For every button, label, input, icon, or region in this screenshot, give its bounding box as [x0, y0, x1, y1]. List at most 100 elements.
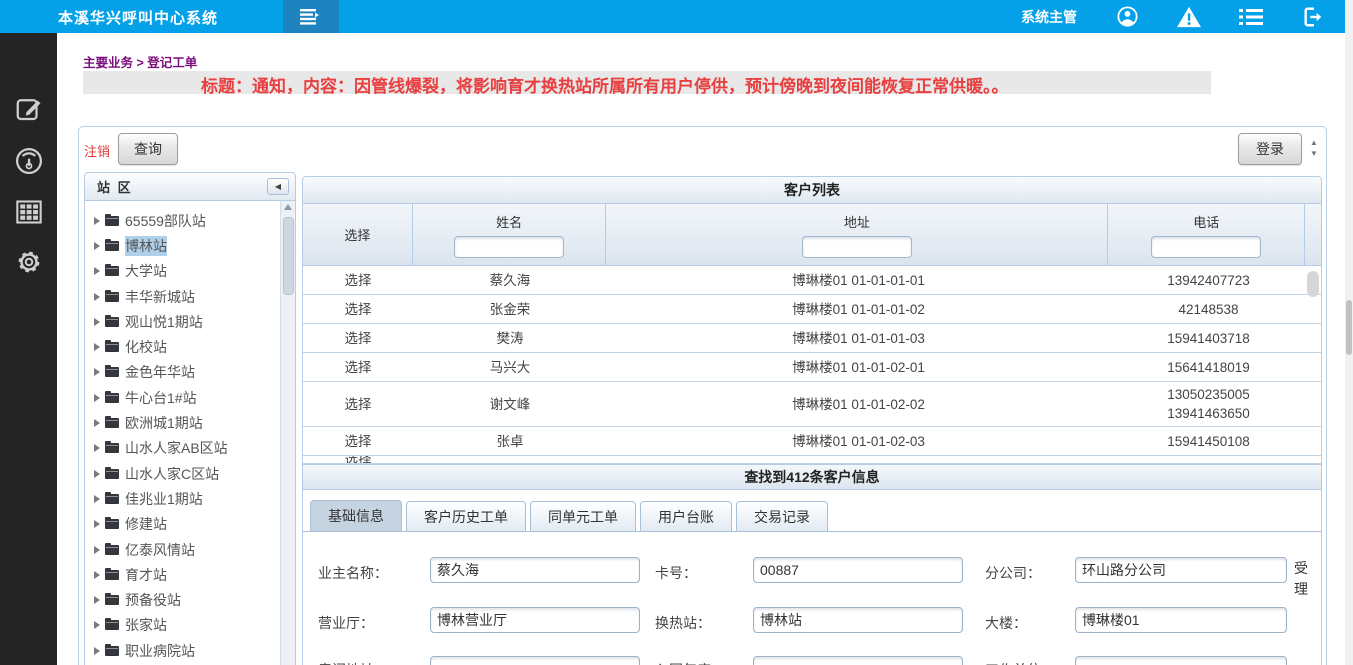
- expand-arrow-icon[interactable]: [94, 596, 100, 604]
- table-scrollbar[interactable]: [1306, 269, 1320, 464]
- tree-item[interactable]: 欧洲城1期站: [91, 410, 295, 435]
- expand-arrow-icon[interactable]: [94, 647, 100, 655]
- tree-item-label: 育才站: [125, 565, 167, 585]
- expand-arrow-icon[interactable]: [94, 495, 100, 503]
- tree-item[interactable]: 山水人家C区站: [91, 461, 295, 486]
- work-unit-input[interactable]: [1075, 656, 1287, 665]
- tree-item[interactable]: 亿泰风情站: [91, 537, 295, 562]
- accept-button[interactable]: 受理: [1293, 558, 1309, 600]
- customer-row[interactable]: 选择 谢文峰 博琳楼01 01-01-02-02 13050235005 139…: [303, 382, 1321, 427]
- tab-user-ledger[interactable]: 用户台账: [640, 501, 732, 531]
- row-address: 博琳楼01 01-01-02-03: [607, 427, 1110, 455]
- expand-arrow-icon[interactable]: [94, 520, 100, 528]
- row-select-link[interactable]: 选择: [303, 382, 413, 426]
- scroll-up-arrow-icon[interactable]: [284, 204, 292, 210]
- tree-item[interactable]: 金色年华站: [91, 360, 295, 385]
- business-hall-input[interactable]: [430, 607, 640, 633]
- task-list-icon[interactable]: [1239, 5, 1263, 29]
- expand-arrow-icon[interactable]: [94, 343, 100, 351]
- tree-scrollbar[interactable]: [280, 201, 295, 665]
- table-scrollbar-thumb[interactable]: [1307, 271, 1319, 297]
- customer-row[interactable]: 选择 樊涛 博琳楼01 01-01-01-03 15941403718: [303, 324, 1321, 353]
- tree-item[interactable]: 丰华新城站: [91, 284, 295, 309]
- phone-filter-input[interactable]: [1151, 236, 1261, 258]
- tree-item[interactable]: 职业病院站: [91, 638, 295, 663]
- customer-row-partial[interactable]: 选择: [303, 456, 1321, 464]
- tree-item[interactable]: 化校站: [91, 334, 295, 359]
- expand-arrow-icon[interactable]: [94, 217, 100, 225]
- tab-customer-history[interactable]: 客户历史工单: [406, 501, 526, 531]
- row-select-link[interactable]: 选择: [303, 456, 413, 463]
- expand-arrow-icon[interactable]: [94, 546, 100, 554]
- user-profile-icon[interactable]: [1115, 5, 1139, 29]
- alerts-warning-icon[interactable]: [1177, 5, 1201, 29]
- card-number-input[interactable]: [753, 557, 963, 583]
- tab-same-unit-orders[interactable]: 同单元工单: [530, 501, 636, 531]
- expand-arrow-icon[interactable]: [94, 470, 100, 478]
- row-select-link[interactable]: 选择: [303, 295, 413, 323]
- heat-station-label: 换热站：: [655, 613, 711, 633]
- expand-arrow-icon[interactable]: [94, 419, 100, 427]
- network-year-input[interactable]: [753, 656, 963, 665]
- tree-item[interactable]: 张家站: [91, 613, 295, 638]
- tree-scrollbar-thumb[interactable]: [283, 217, 294, 295]
- tree-item[interactable]: 65559部队站: [91, 208, 295, 233]
- detail-tabs: 基础信息 客户历史工单 同单元工单 用户台账 交易记录: [303, 500, 1321, 532]
- expand-arrow-icon[interactable]: [94, 444, 100, 452]
- expand-arrow-icon[interactable]: [94, 368, 100, 376]
- name-filter-input[interactable]: [454, 236, 564, 258]
- tree-item[interactable]: 观山悦1期站: [91, 309, 295, 334]
- room-address-input[interactable]: [430, 656, 640, 665]
- customer-row[interactable]: 选择 张卓 博琳楼01 01-01-02-03 15941450108: [303, 427, 1321, 456]
- tree-item[interactable]: 育才站: [91, 562, 295, 587]
- customer-row[interactable]: 选择 张金荣 博琳楼01 01-01-01-02 42148538: [303, 295, 1321, 324]
- expand-arrow-icon[interactable]: [94, 242, 100, 250]
- settings-gear-icon[interactable]: [13, 246, 45, 278]
- tree-item-label: 金色年华站: [125, 362, 195, 382]
- page-scrollbar[interactable]: [1345, 0, 1353, 665]
- tree-item[interactable]: 博林站: [91, 233, 295, 258]
- row-select-link[interactable]: 选择: [303, 353, 413, 381]
- collapse-panel-button[interactable]: ◀: [267, 178, 289, 195]
- breadcrumb-parent[interactable]: 主要业务: [83, 56, 133, 70]
- row-select-link[interactable]: 选择: [303, 324, 413, 352]
- tree-item[interactable]: 牛心台1#站: [91, 385, 295, 410]
- expand-arrow-icon[interactable]: [94, 293, 100, 301]
- owner-name-input[interactable]: [430, 557, 640, 583]
- page-scrollbar-thumb[interactable]: [1346, 300, 1352, 355]
- login-button[interactable]: 登录: [1238, 133, 1302, 165]
- row-select-link[interactable]: 选择: [303, 427, 413, 455]
- customer-row[interactable]: 选择 马兴大 博琳楼01 01-01-02-01 15641418019: [303, 353, 1321, 382]
- building-input[interactable]: [1075, 607, 1287, 633]
- login-spinner[interactable]: ▲▼: [1307, 137, 1321, 163]
- dashboard-gauge-icon[interactable]: [13, 145, 45, 177]
- logout-icon[interactable]: [1301, 5, 1325, 29]
- expand-arrow-icon[interactable]: [94, 267, 100, 275]
- folder-icon: [105, 393, 119, 403]
- top-bar: 本溪华兴呼叫中心系统 系统主管: [0, 0, 1353, 33]
- query-button[interactable]: 查询: [118, 133, 178, 165]
- customer-row[interactable]: 选择 蔡久海 博琳楼01 01-01-01-01 13942407723: [303, 266, 1321, 295]
- row-phone: [1110, 456, 1307, 463]
- tree-item[interactable]: 大学站: [91, 259, 295, 284]
- expand-arrow-icon[interactable]: [94, 571, 100, 579]
- folder-icon: [105, 367, 119, 377]
- tree-item[interactable]: 山水人家AB区站: [91, 436, 295, 461]
- expand-arrow-icon[interactable]: [94, 318, 100, 326]
- tree-item[interactable]: 佳兆业1期站: [91, 486, 295, 511]
- address-filter-input[interactable]: [802, 236, 912, 258]
- heat-station-input[interactable]: [753, 607, 963, 633]
- compose-workorder-icon[interactable]: [13, 93, 45, 125]
- table-grid-icon[interactable]: [13, 196, 45, 228]
- row-name: 张卓: [413, 427, 607, 455]
- row-select-link[interactable]: 选择: [303, 266, 413, 294]
- logout-link[interactable]: 注销: [84, 141, 110, 160]
- tab-transactions[interactable]: 交易记录: [736, 501, 828, 531]
- expand-arrow-icon[interactable]: [94, 621, 100, 629]
- expand-arrow-icon[interactable]: [94, 394, 100, 402]
- tab-basic-info[interactable]: 基础信息: [310, 500, 402, 531]
- tree-item[interactable]: 预备役站: [91, 587, 295, 612]
- branch-company-input[interactable]: [1075, 557, 1287, 583]
- menu-toggle-button[interactable]: [283, 0, 339, 33]
- tree-item[interactable]: 修建站: [91, 512, 295, 537]
